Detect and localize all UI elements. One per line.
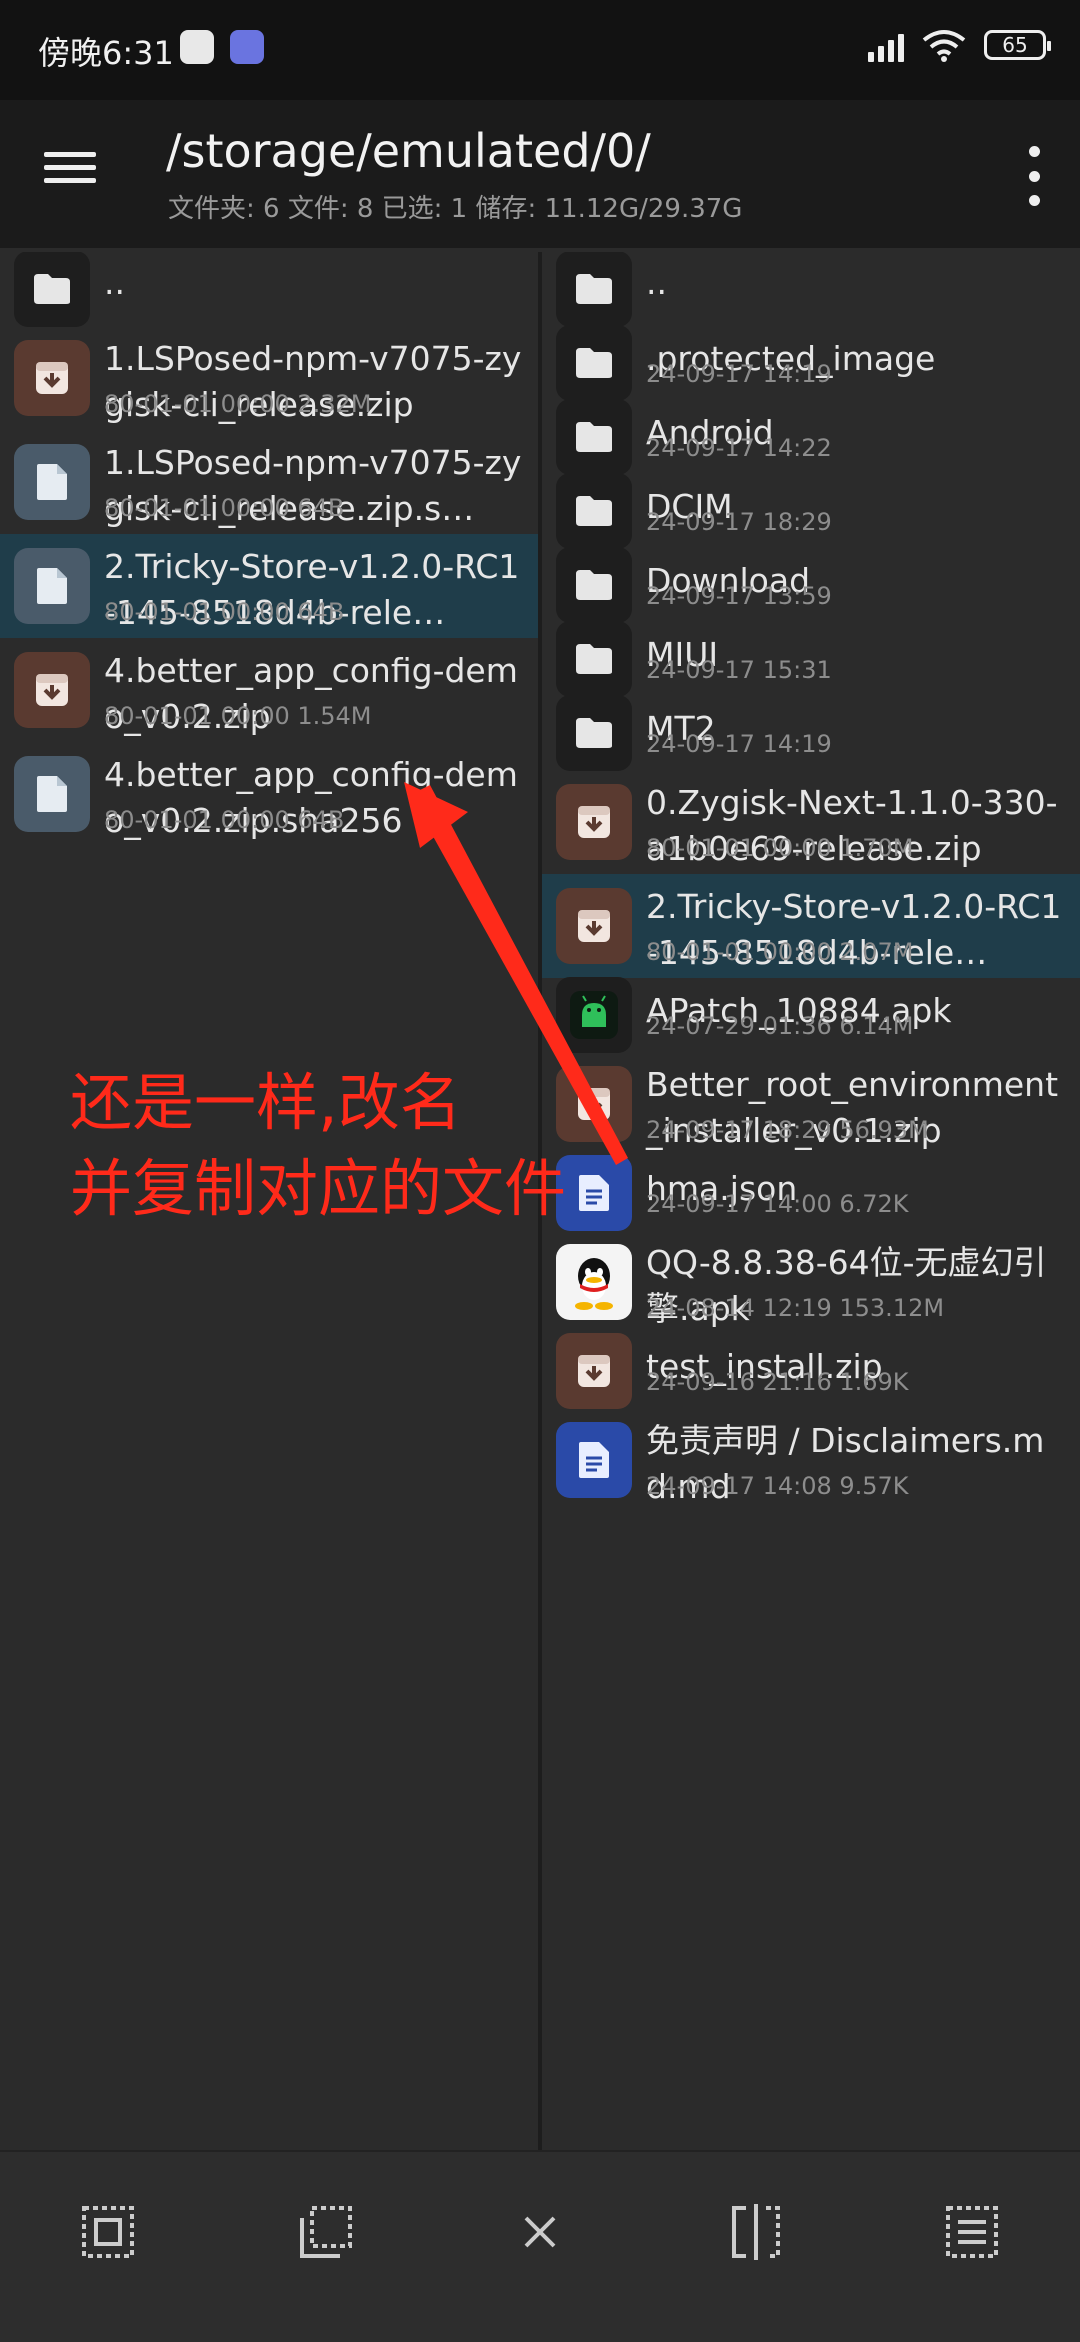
file-name: .. xyxy=(104,263,125,302)
file-row[interactable]: 4.better_app_config-demo_v0.2.zip 80-01-0… xyxy=(0,638,538,742)
file-meta: 80-01-01 00:00 64B xyxy=(104,598,345,626)
bottom-action-bar xyxy=(0,2150,1080,2342)
folder-icon xyxy=(556,325,632,401)
top-toolbar: /storage/emulated/0/ 文件夹: 6 文件: 8 已选: 1 … xyxy=(0,100,1080,248)
file-meta: 24-09-17 14:19 xyxy=(646,730,832,758)
text-file-icon xyxy=(556,1155,632,1231)
file-meta: 80-01-01 00:00 1.54M xyxy=(104,702,372,730)
wifi-icon xyxy=(922,30,966,62)
file-row[interactable]: 0.Zygisk-Next-1.1.0-330-a1b0e69-release.… xyxy=(542,770,1080,874)
file-meta: 24-09-16 21:16 1.69K xyxy=(646,1368,909,1396)
select-range-icon[interactable] xyxy=(290,2196,362,2268)
file-row[interactable]: APatch_10884.apk 24-07-29 01:36 6.14M xyxy=(542,977,1080,1053)
android-apk-icon xyxy=(556,977,632,1053)
folder-icon xyxy=(556,695,632,771)
signal-icon xyxy=(868,28,904,62)
text-file-icon xyxy=(556,1422,632,1498)
folder-icon xyxy=(556,547,632,623)
folder-icon xyxy=(556,473,632,549)
file-meta: 80-01-01 00:00 64B xyxy=(104,806,345,834)
file-row-selected[interactable]: 2.Tricky-Store-v1.2.0-RC1-145-8518d4b-re… xyxy=(0,534,538,638)
file-row[interactable]: DCIM 24-09-17 18:29 xyxy=(542,473,1080,549)
notification-app-icon xyxy=(180,30,214,64)
status-bar: 傍晚6:31 65 xyxy=(0,0,1080,100)
select-all-icon[interactable] xyxy=(72,2196,144,2268)
file-row[interactable]: 1.LSPosed-npm-v7075-zygisk-cli_release.z… xyxy=(0,326,538,430)
file-row[interactable]: Android 24-09-17 14:22 xyxy=(542,399,1080,475)
file-row[interactable]: .. xyxy=(0,252,538,327)
folder-icon xyxy=(556,621,632,697)
file-meta: 24-09-17 18:29 56.93M xyxy=(646,1116,929,1144)
file-meta: 24-09-17 15:31 xyxy=(646,656,832,684)
close-icon[interactable] xyxy=(504,2196,576,2268)
more-options-icon[interactable] xyxy=(1014,146,1054,206)
file-row[interactable]: MIUI 24-09-17 15:31 xyxy=(542,621,1080,697)
file-meta: 80-01-01 00:00 2.32M xyxy=(104,390,372,418)
file-meta: 24-08-14 12:19 153.12M xyxy=(646,1294,945,1322)
file-meta: 24-09-17 18:29 xyxy=(646,508,832,536)
document-icon xyxy=(14,548,90,624)
document-icon xyxy=(14,756,90,832)
menu-icon[interactable] xyxy=(44,144,108,204)
status-icons: 65 xyxy=(868,28,1051,62)
split-compare-icon[interactable] xyxy=(720,2196,792,2268)
current-path: /storage/emulated/0/ xyxy=(166,124,651,178)
file-row[interactable]: QQ-8.8.38-64位-无虚幻引擎.apk 24-08-14 12:19 15… xyxy=(542,1230,1080,1334)
left-file-pane: .. 1.LSPosed-npm-v7075-zygisk-cli_release… xyxy=(0,252,538,2150)
file-row[interactable]: MT2 24-09-17 14:19 xyxy=(542,695,1080,771)
archive-icon xyxy=(556,784,632,860)
file-row[interactable]: test_install.zip 24-09-16 21:16 1.69K xyxy=(542,1333,1080,1409)
file-meta: 24-09-17 14:19 xyxy=(646,360,832,388)
file-meta: 80-01-01 00:00 1.70M xyxy=(646,834,914,862)
select-list-icon[interactable] xyxy=(936,2196,1008,2268)
file-meta: 24-07-29 01:36 6.14M xyxy=(646,1012,914,1040)
right-file-pane: .. .protected_image 24-09-17 14:19 Android 2… xyxy=(542,252,1080,2150)
file-meta: 24-09-17 14:08 9.57K xyxy=(646,1472,909,1500)
file-row[interactable]: .protected_image 24-09-17 14:19 xyxy=(542,325,1080,401)
archive-icon xyxy=(14,652,90,728)
file-row[interactable]: Download 24-09-17 13:59 xyxy=(542,547,1080,623)
qq-app-icon xyxy=(556,1244,632,1320)
file-row[interactable]: 免责声明 / Disclaimers.md.md 24-09-17 14:08 9… xyxy=(542,1408,1080,1512)
folder-icon xyxy=(556,252,632,327)
document-icon xyxy=(14,444,90,520)
file-meta: 24-09-17 13:59 xyxy=(646,582,832,610)
file-meta: 80-01-01 00:00 64B xyxy=(104,494,345,522)
file-row[interactable]: Better_root_environment_installer_v0.1.z… xyxy=(542,1052,1080,1156)
battery-icon: 65 xyxy=(984,30,1051,60)
battery-level: 65 xyxy=(1002,33,1028,57)
file-row[interactable]: hma.json 24-09-17 14:00 6.72K xyxy=(542,1155,1080,1231)
file-meta: 80-01-01 00:00 2.07M xyxy=(646,938,914,966)
notification-app-icon-2 xyxy=(230,30,264,64)
file-row-selected[interactable]: 2.Tricky-Store-v1.2.0-RC1-145-8518d4b-re… xyxy=(542,874,1080,978)
archive-icon xyxy=(14,340,90,416)
file-name: .. xyxy=(646,263,667,302)
archive-icon xyxy=(556,1066,632,1142)
archive-icon xyxy=(556,1333,632,1409)
file-row[interactable]: 1.LSPosed-npm-v7075-zygisk-cli_release.z… xyxy=(0,430,538,534)
file-meta: 24-09-17 14:22 xyxy=(646,434,832,462)
status-time: 傍晚6:31 xyxy=(38,34,174,72)
archive-icon xyxy=(556,888,632,964)
folder-icon xyxy=(556,399,632,475)
file-row[interactable]: .. xyxy=(542,252,1080,327)
file-row[interactable]: 4.better_app_config-demo_v0.2.zip.sha256… xyxy=(0,742,538,846)
folder-icon xyxy=(14,252,90,327)
folder-summary: 文件夹: 6 文件: 8 已选: 1 储存: 11.12G/29.37G xyxy=(168,194,743,224)
file-meta: 24-09-17 14:00 6.72K xyxy=(646,1190,909,1218)
